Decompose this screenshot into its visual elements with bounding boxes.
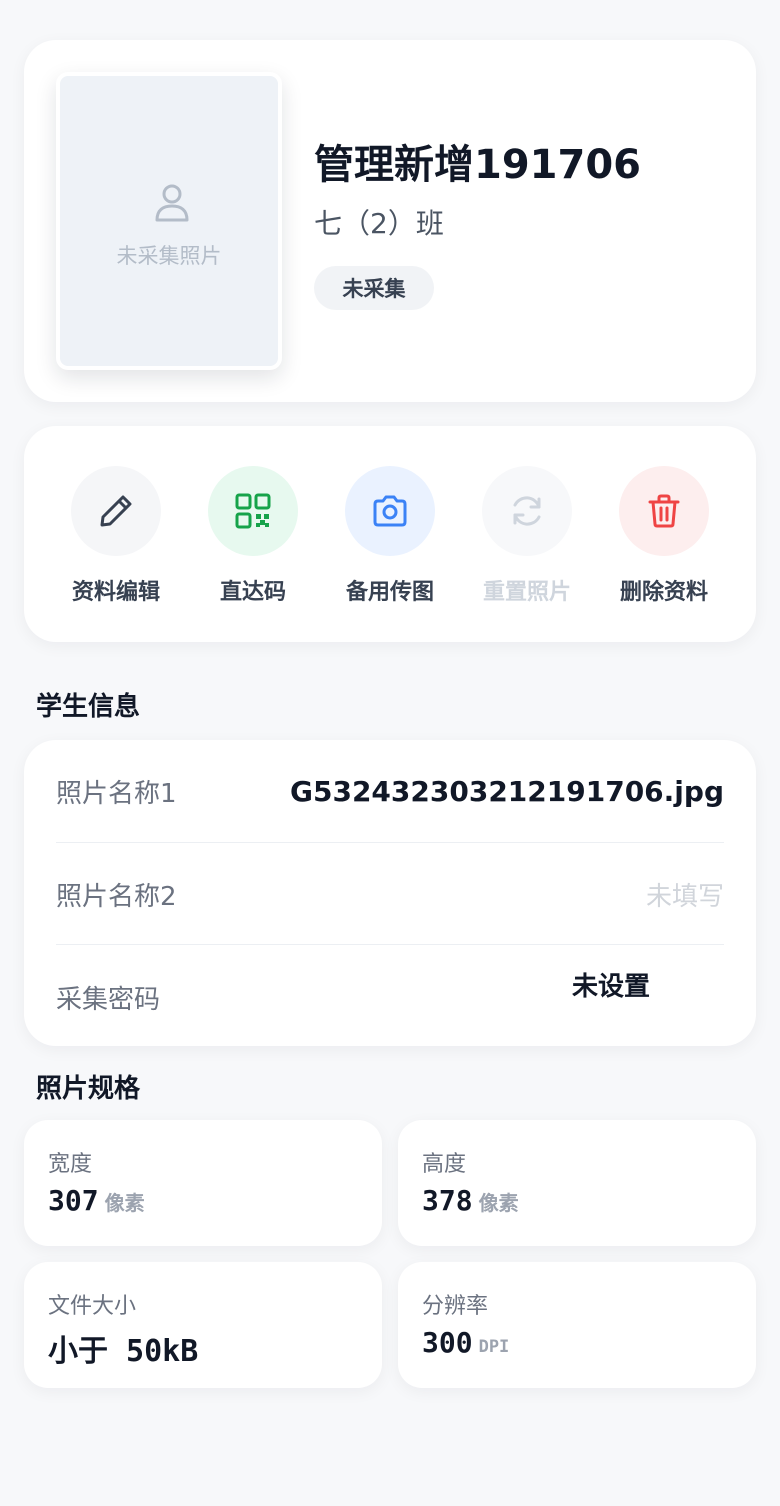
spec-width-label: 宽度 (48, 1152, 93, 1177)
spec-width-value: 307 像素 (48, 1184, 145, 1217)
spec-resolution-value: 300 DPI (422, 1326, 509, 1359)
backup-upload-button[interactable]: 备用传图 (324, 466, 456, 606)
refresh-icon (513, 496, 541, 526)
spec-filesize-label: 文件大小 (48, 1294, 137, 1319)
student-name: 管理新增191706 (314, 142, 641, 188)
info-row-photo-name-1[interactable]: 照片名称1 G532432303212191706.jpg (56, 740, 724, 842)
direct-code-button[interactable]: 直达码 (187, 466, 319, 606)
spec-height-unit: 像素 (478, 1191, 519, 1215)
photo-name-2-label: 照片名称2 (56, 881, 177, 912)
delete-profile-label: 删除资料 (619, 580, 708, 605)
spec-width-card: 宽度 307 像素 (24, 1120, 382, 1246)
capture-password-value: 未设置 (572, 972, 651, 1002)
reset-photo-button[interactable]: 重置照片 (461, 466, 593, 606)
spec-resolution-number: 300 (422, 1326, 473, 1359)
reset-photo-label: 重置照片 (482, 580, 571, 605)
spec-height-label: 高度 (422, 1152, 467, 1177)
student-info-title: 学生信息 (36, 692, 141, 722)
spec-filesize-card: 文件大小 小于 50kB (24, 1262, 382, 1388)
spec-height-value: 378 像素 (422, 1184, 519, 1217)
photo-name-1-label: 照片名称1 (56, 778, 177, 809)
divider (56, 944, 724, 945)
edit-icon-circle (71, 466, 161, 556)
capture-password-label: 采集密码 (56, 984, 161, 1015)
backup-upload-label: 备用传图 (345, 580, 434, 605)
qr-code-icon (235, 493, 271, 529)
photo-name-1-value: G532432303212191706.jpg (290, 774, 724, 808)
photo-placeholder[interactable]: 未采集照片 (56, 72, 282, 370)
trash-icon (648, 494, 680, 528)
spec-filesize-value: 小于 50kB (48, 1334, 199, 1369)
spec-height-number: 378 (422, 1184, 473, 1217)
spec-resolution-unit: DPI (478, 1337, 510, 1357)
spec-height-card: 高度 378 像素 (398, 1120, 756, 1246)
camera-icon (373, 495, 407, 527)
trash-icon-circle (619, 466, 709, 556)
edit-profile-label: 资料编辑 (71, 580, 160, 605)
status-badge: 未采集 (314, 266, 434, 310)
edit-profile-button[interactable]: 资料编辑 (50, 466, 182, 606)
photo-spec-title: 照片规格 (36, 1074, 141, 1104)
direct-code-label: 直达码 (219, 580, 286, 605)
delete-profile-button[interactable]: 删除资料 (598, 466, 730, 606)
camera-icon-circle (345, 466, 435, 556)
qr-icon-circle (208, 466, 298, 556)
spec-width-number: 307 (48, 1184, 99, 1217)
spec-resolution-card: 分辨率 300 DPI (398, 1262, 756, 1388)
student-class: 七（2）班 (314, 207, 444, 240)
user-icon (155, 184, 189, 222)
spec-width-unit: 像素 (104, 1191, 145, 1215)
spec-resolution-label: 分辨率 (422, 1294, 489, 1319)
photo-name-2-value: 未填写 (645, 881, 724, 912)
info-row-photo-name-2[interactable]: 照片名称2 未填写 (56, 843, 724, 945)
action-card: 资料编辑 直达码 备用传图 重置照片 删除资料 (24, 426, 756, 642)
photo-placeholder-text: 未采集照片 (116, 244, 222, 268)
pencil-icon (100, 495, 132, 527)
refresh-icon-circle (482, 466, 572, 556)
